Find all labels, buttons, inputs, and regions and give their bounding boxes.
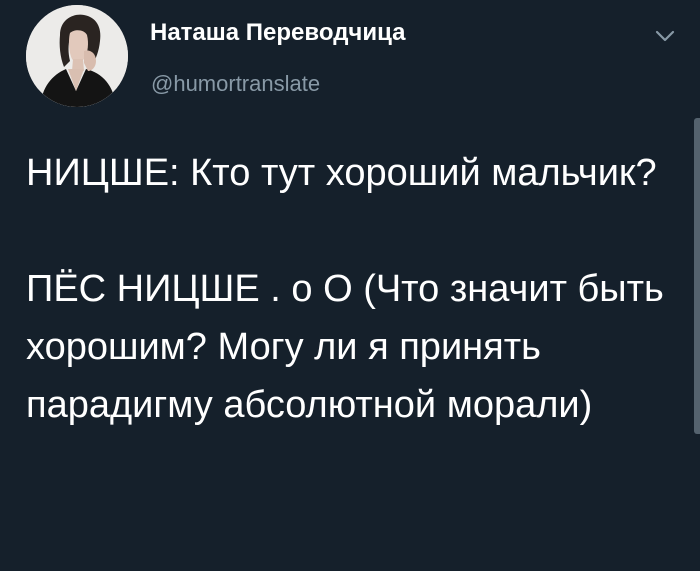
profile-photo-icon (26, 5, 128, 107)
tweet-menu-button[interactable] (645, 20, 685, 54)
tweet-paragraph-1: НИЦШЕ: Кто тут хороший мальчик? (26, 152, 657, 194)
author-display-name[interactable]: Наташа Переводчица (150, 18, 406, 48)
author-handle[interactable]: @humortranslate (151, 70, 320, 98)
tweet-paragraph-2: ПЁС НИЦШЕ . о О (Что значит быть хорошим… (26, 268, 664, 426)
author-avatar[interactable] (26, 5, 128, 107)
tweet-text: НИЦШЕ: Кто тут хороший мальчик? ПЁС НИЦШ… (26, 144, 676, 434)
scrollbar[interactable] (694, 118, 700, 434)
chevron-down-icon (655, 30, 675, 42)
tweet-card: Наташа Переводчица @humortranslate НИЦШЕ… (0, 0, 700, 571)
